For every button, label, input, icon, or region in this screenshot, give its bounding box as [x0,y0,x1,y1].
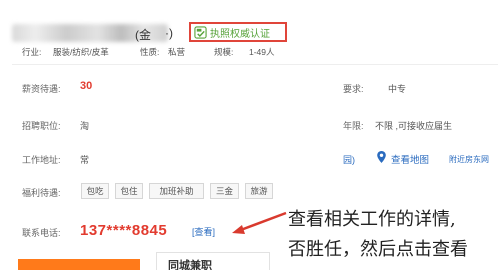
annotation-text-line-1: 查看相关工作的详情, [288,209,456,230]
nature-label: 性质: [140,47,160,57]
position-value: 淘 [80,121,90,131]
apply-button[interactable] [18,259,140,270]
welfare-label: 福利待遇: [22,188,61,198]
nearby-rental-link[interactable]: 附近房东网 [449,154,489,165]
view-phone-link[interactable]: [查看] [192,225,215,238]
annotation-arrow-icon [232,211,287,234]
license-verified-label: 执照权威认证 [210,28,270,40]
view-map-link[interactable]: 查看地图 [391,152,429,166]
industry-label: 行业: [22,47,42,57]
nature-value: 私营 [168,47,186,57]
welfare-tag: 旅游 [245,183,273,199]
position-label: 招聘职位: [22,121,61,131]
phone-label: 联系电话: [22,228,61,238]
phone-number-masked: 137****8845 [80,222,168,239]
welfare-tag: 三金 [210,183,239,199]
salary-value: 30 [80,80,93,92]
education-label: 要求: [343,84,364,94]
experience-label: 年限: [343,121,364,131]
scale-value: 1-49人 [249,47,275,57]
welfare-tag: 包吃 [81,183,109,199]
welfare-tag: 包住 [115,183,143,199]
scale-label: 规模: [214,47,234,57]
address-label: 工作地址: [22,155,61,165]
divider [12,64,498,65]
annotation-text-line-2: 否胜任，然后点击查看 [288,239,468,260]
education-value: 中专 [388,84,407,94]
map-pin-icon [377,151,386,163]
welfare-tag: 加班补助 [149,183,204,199]
salary-label: 薪资待遇: [22,84,61,94]
address-paren: 园) [343,155,355,165]
bottom-card-label: 同城兼职 [168,260,212,270]
shield-check-icon [194,25,207,39]
address-value: 常 [80,155,90,165]
license-verified-badge[interactable]: 执照权威认证 [189,22,287,42]
company-name-suffix: ·) [165,26,173,40]
industry-value: 服装/纺织/皮革 [53,47,109,57]
experience-value: 不限 ,可接收应届生 [375,121,453,131]
company-name-fragment: (金 [135,28,151,42]
